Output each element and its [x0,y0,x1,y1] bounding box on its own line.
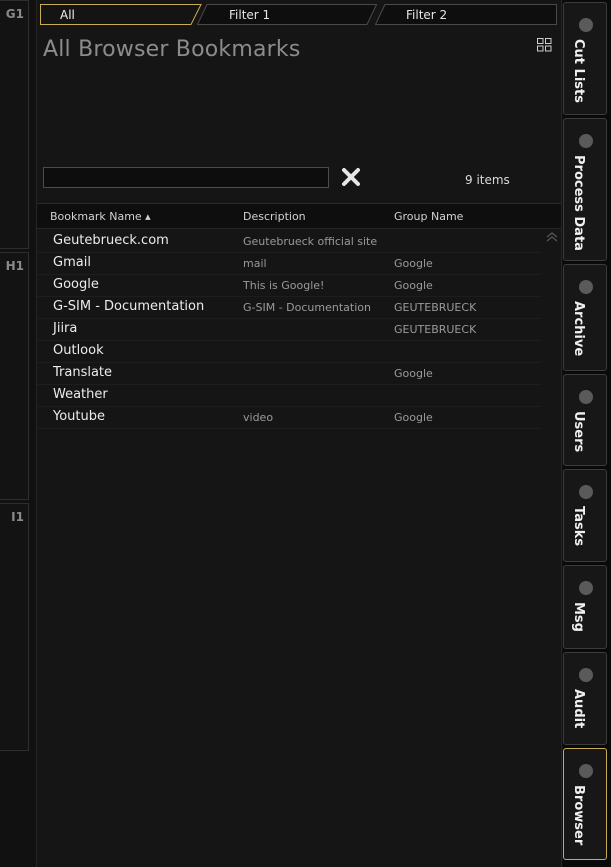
status-indicator-icon [579,390,593,404]
camera-panel-g1[interactable]: G1 [0,0,29,249]
tab-label: All [60,8,75,22]
tab-label: Users [571,411,586,453]
table-row[interactable]: Jiira GEUTEBRUECK [37,319,541,341]
bookmark-list: Geutebrueck.com Geutebrueck official sit… [37,231,541,429]
tab-archive[interactable]: Archive [563,264,607,371]
tab-label: Browser [571,785,586,846]
bookmark-name: Translate [53,365,113,380]
bookmark-name: Gmail [53,255,91,270]
tab-audit[interactable]: Audit [563,652,607,745]
bookmark-description: This is Google! [243,279,325,292]
bookmark-group: GEUTEBRUECK [394,301,477,314]
bookmark-description: G-SIM - Documentation [243,301,371,314]
bookmark-group: Google [394,279,433,292]
column-header-bookmark-name[interactable]: Bookmark Name ▴ [50,210,151,223]
status-indicator-icon [579,764,593,778]
table-row[interactable]: Outlook [37,341,541,363]
tab-label: Msg [571,602,586,632]
bookmark-group: Google [394,411,433,424]
camera-panel-i1[interactable]: I1 [0,503,29,751]
search-input[interactable] [43,167,329,188]
bookmark-name: Outlook [53,343,104,358]
bookmark-description: Geutebrueck official site [243,235,378,248]
filter-tabs: All Filter 1 Filter 2 [37,0,561,30]
bookmarks-panel: All Filter 1 Filter 2 All Browser Bookma… [36,0,562,867]
table-row[interactable]: Geutebrueck.com Geutebrueck official sit… [37,231,541,253]
column-header-description[interactable]: Description [243,210,306,223]
panel-label: H1 [5,259,24,273]
right-tab-bar: Cut Lists Process Data Archive Users Tas… [563,0,611,867]
status-indicator-icon [579,280,593,294]
bookmark-description: mail [243,257,267,270]
item-count: 9 items [465,173,510,187]
tab-msg[interactable]: Msg [563,565,607,649]
status-indicator-icon [579,668,593,682]
column-header-group-name[interactable]: Group Name [394,210,463,223]
left-panel-strip: G1 H1 I1 [0,0,36,867]
panel-label: I1 [11,510,24,524]
table-row[interactable]: Weather [37,385,541,407]
tab-cut-lists[interactable]: Cut Lists [563,2,607,115]
bookmark-name: Weather [53,387,108,402]
page-title: All Browser Bookmarks [43,37,301,62]
tab-shape [375,4,557,25]
scroll-up-icon[interactable] [545,231,559,243]
table-row[interactable]: Youtube video Google [37,407,541,429]
status-indicator-icon [579,134,593,148]
tab-all[interactable]: All [40,4,202,25]
tab-process-data[interactable]: Process Data [563,118,607,261]
tab-browser[interactable]: Browser [563,748,607,860]
table-row[interactable]: Translate Google [37,363,541,385]
status-indicator-icon [579,18,593,32]
camera-panel-h1[interactable]: H1 [0,252,29,500]
tab-label: Tasks [571,506,586,547]
bookmark-group: GEUTEBRUECK [394,323,477,336]
bookmark-description: video [243,411,274,424]
bookmark-name: Google [53,277,99,292]
tab-label: Filter 1 [229,8,271,22]
tab-filter-1[interactable]: Filter 1 [197,4,377,25]
bookmark-group: Google [394,257,433,270]
grid-view-icon[interactable] [537,38,552,52]
status-indicator-icon [579,581,593,595]
tab-label: Cut Lists [571,39,586,103]
clear-search-icon[interactable] [341,167,361,187]
bookmark-name: Youtube [53,409,105,424]
bookmark-name: Geutebrueck.com [53,233,169,248]
tab-label: Filter 2 [406,8,448,22]
tab-label: Process Data [571,155,586,251]
table-row[interactable]: Google This is Google! Google [37,275,541,297]
tab-shape [197,4,377,25]
bookmark-group: Google [394,367,433,380]
status-indicator-icon [579,485,593,499]
bookmark-name: G-SIM - Documentation [53,299,205,314]
table-row[interactable]: G-SIM - Documentation G-SIM - Documentat… [37,297,541,319]
tab-users[interactable]: Users [563,374,607,466]
tab-label: Archive [571,301,586,357]
panel-label: G1 [5,7,24,21]
bookmark-name: Jiira [53,321,78,336]
tab-filter-2[interactable]: Filter 2 [375,4,557,25]
tab-tasks[interactable]: Tasks [563,469,607,562]
tab-label: Audit [571,689,586,729]
table-row[interactable]: Gmail mail Google [37,253,541,275]
table-header: Bookmark Name ▴ Description Group Name [37,203,561,229]
